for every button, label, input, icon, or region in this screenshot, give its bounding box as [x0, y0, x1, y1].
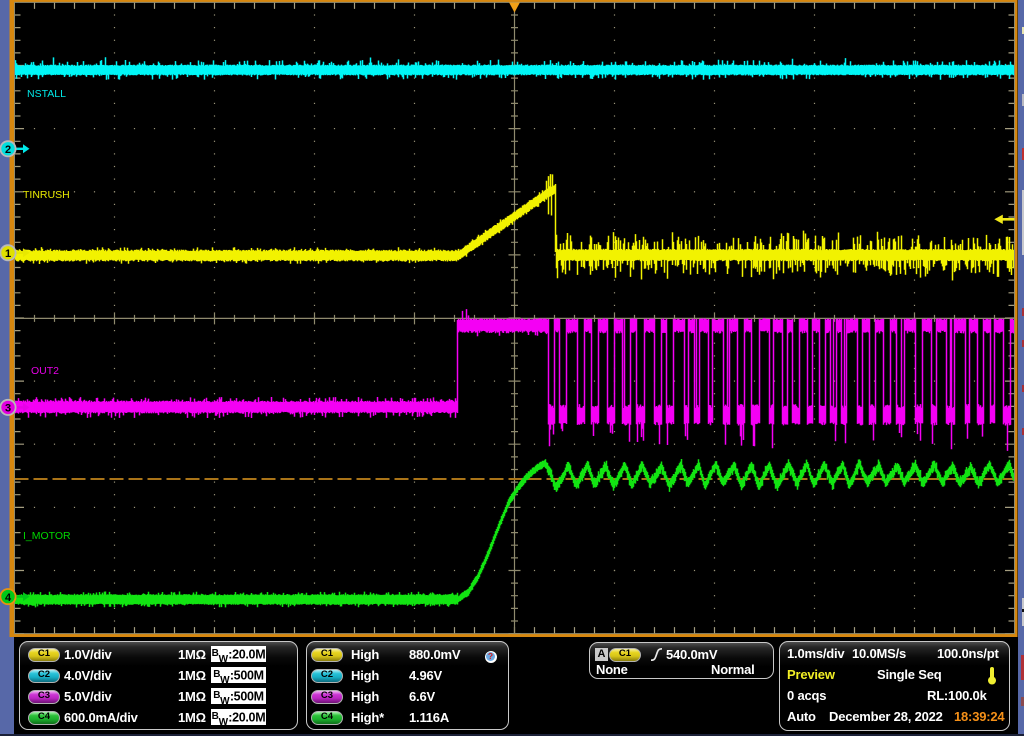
svg-text:OUT2: OUT2: [31, 365, 59, 377]
svg-text:NSTALL: NSTALL: [27, 88, 66, 100]
svg-text:TINRUSH: TINRUSH: [23, 189, 70, 201]
svg-text:3: 3: [5, 403, 11, 415]
svg-text:I_MOTOR: I_MOTOR: [23, 530, 71, 542]
svg-text:4: 4: [5, 592, 12, 604]
svg-text:2: 2: [5, 144, 11, 156]
svg-text:1: 1: [5, 248, 11, 260]
